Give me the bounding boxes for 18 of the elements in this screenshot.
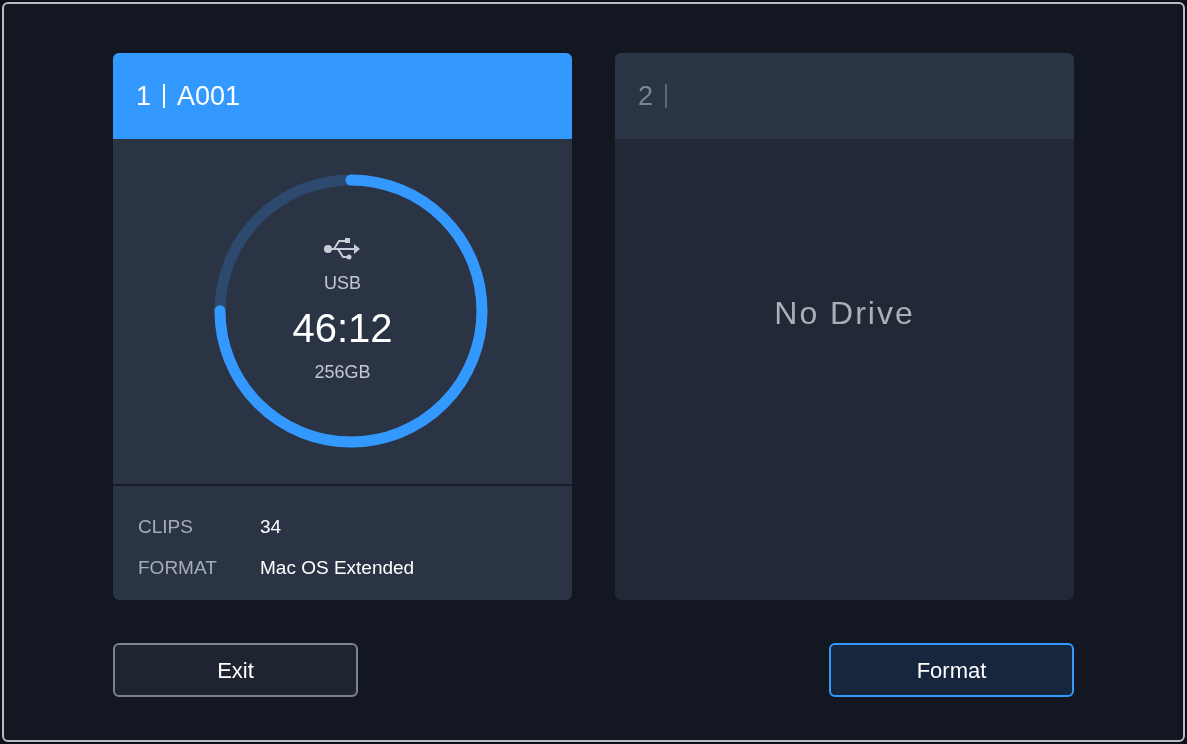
usb-icon	[323, 237, 362, 260]
action-button[interactable]: Exit	[113, 643, 358, 697]
remaining-time: 46:12	[292, 304, 393, 352]
clip-name: A001	[177, 79, 241, 113]
capacity: 256GB	[314, 360, 371, 384]
info-label: CLIPS	[138, 515, 194, 539]
divider-bar	[665, 84, 668, 108]
slot-number: 1	[136, 79, 152, 113]
info-label: FORMAT	[138, 555, 218, 580]
media-slot-card[interactable]: 1 A001 USB 46:12 256GB CLIPS 34 FORMAT Mac OS Extended	[113, 53, 572, 600]
media-slot-card[interactable]: 2 No Drive	[615, 53, 1074, 600]
divider-bar	[163, 84, 166, 108]
info-value: 34	[260, 515, 283, 539]
action-button[interactable]: Format	[829, 643, 1074, 697]
info-value: Mac OS Extended	[260, 555, 416, 580]
no-drive-message: No Drive	[774, 294, 915, 333]
media-type: USB	[324, 271, 361, 295]
slot-number: 2	[638, 79, 654, 113]
